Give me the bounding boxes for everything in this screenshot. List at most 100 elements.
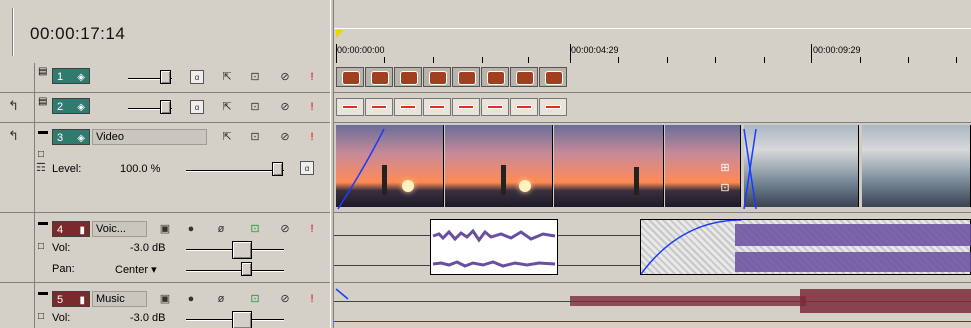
pan-label: Pan: — [52, 263, 75, 275]
mute-icon[interactable]: ⊘ — [278, 130, 292, 144]
track-expand-icon[interactable]: ▤ — [38, 66, 48, 77]
ruler-label-0: 00:00:00:00 — [337, 45, 385, 55]
track-minimize-icon[interactable]: ▬ — [38, 287, 48, 298]
clip-event[interactable] — [423, 67, 451, 87]
mute-icon[interactable]: ⊘ — [278, 292, 292, 306]
clip-event[interactable] — [394, 98, 422, 116]
clip-event[interactable] — [452, 98, 480, 116]
track-expand-icon[interactable]: □ — [38, 241, 48, 252]
composite-icon[interactable]: α — [190, 70, 204, 84]
level-slider-thumb[interactable] — [160, 100, 171, 114]
marker-bar[interactable] — [334, 0, 971, 28]
track-name-field[interactable]: Video — [92, 129, 207, 145]
track-expand-icon[interactable]: □ — [38, 311, 48, 322]
solo-icon[interactable]: ! — [305, 222, 319, 236]
track-expand-icon[interactable]: ▤ — [38, 96, 48, 107]
record-icon[interactable]: ● — [184, 292, 198, 306]
track-expand-icon[interactable]: □ — [38, 149, 48, 160]
panel-grip[interactable] — [12, 8, 14, 56]
fx-icon[interactable]: ⊡ — [248, 130, 262, 144]
automation-icon[interactable]: ø — [214, 292, 228, 306]
fx-icon[interactable]: ⊡ — [248, 222, 262, 236]
track-number-5[interactable]: 5 ▮ — [52, 291, 90, 307]
invert-phase-icon[interactable]: ▣ — [158, 292, 172, 306]
motion-icon[interactable]: ⇱ — [220, 100, 234, 114]
mute-icon[interactable]: ⊘ — [278, 222, 292, 236]
clip-event[interactable] — [510, 98, 538, 116]
ruler-tick — [570, 44, 571, 63]
clip-event[interactable] — [423, 98, 451, 116]
speaker-icon: ▮ — [79, 225, 85, 236]
track-header-1[interactable]: ▤ 1 ◈ α ⇱ ⊡ ⊘ ! — [0, 63, 330, 93]
parent-compositing-icon[interactable]: ↰ — [8, 128, 19, 144]
track-minimize-icon[interactable]: ▬ — [38, 217, 48, 228]
clip-event[interactable] — [452, 67, 480, 87]
clip-event[interactable] — [539, 67, 567, 87]
track-lane-4[interactable] — [334, 213, 971, 283]
track-number-4[interactable]: 4 ▮ — [52, 221, 90, 237]
ruler-tick — [811, 44, 812, 63]
track-header-3[interactable]: ↰ ▬ 3 ◈ Video ⇱ ⊡ ⊘ ! □ ☶ Level: 100.0 % … — [0, 123, 330, 213]
track-number-1[interactable]: 1 ◈ — [52, 68, 90, 84]
composite-icon[interactable]: α — [300, 161, 314, 175]
clip-event[interactable] — [365, 98, 393, 116]
motion-icon[interactable]: ⇱ — [220, 70, 234, 84]
solo-icon[interactable]: ! — [305, 292, 319, 306]
volume-slider-thumb[interactable] — [232, 311, 252, 328]
fx-icon[interactable]: ⊡ — [248, 100, 262, 114]
parent-compositing-icon[interactable]: ↰ — [8, 98, 19, 114]
pan-slider-thumb[interactable] — [241, 262, 252, 276]
level-slider-track[interactable] — [186, 170, 284, 172]
level-slider-thumb[interactable] — [272, 162, 283, 176]
solo-icon[interactable]: ! — [305, 70, 319, 84]
compositing-mode-icon[interactable]: ☶ — [36, 161, 46, 174]
waveform-segment — [800, 289, 971, 313]
track-lane-1[interactable] — [334, 63, 971, 93]
motion-icon[interactable]: ⇱ — [220, 130, 234, 144]
track-header-5[interactable]: ▬ 5 ▮ Music ▣ ● ø ⊡ ⊘ ! □ Vol: -3.0 dB — [0, 283, 330, 328]
fx-icon[interactable]: ⊡ — [248, 70, 262, 84]
track-name-field[interactable]: Music — [92, 291, 147, 307]
volume-slider-thumb[interactable] — [232, 241, 252, 259]
timeline-ruler[interactable]: 00:00:00:00 00:00:04:29 00:00:09:29 — [334, 0, 971, 63]
track-lane-3[interactable]: ⊞ ⊡ — [334, 123, 971, 213]
composite-icon[interactable]: α — [190, 100, 204, 114]
mute-icon[interactable]: ⊘ — [278, 70, 292, 84]
timecode-panel: 00:00:17:14 — [0, 0, 330, 60]
time-ruler-ticks[interactable] — [334, 28, 971, 63]
automation-icon[interactable]: ø — [214, 222, 228, 236]
track-minimize-icon[interactable]: ▬ — [38, 126, 48, 137]
timecode-display: 00:00:17:14 — [30, 24, 126, 43]
film-icon: ◈ — [77, 72, 85, 83]
pan-slider-track[interactable] — [186, 270, 284, 272]
solo-icon[interactable]: ! — [305, 130, 319, 144]
track-lane-2[interactable] — [334, 93, 971, 123]
track-name-field[interactable]: Voic... — [92, 221, 147, 237]
audio-event[interactable] — [430, 219, 558, 275]
pan-mode-dropdown[interactable]: Center ▾ — [115, 263, 157, 276]
track-lane-5[interactable] — [334, 283, 971, 328]
clip-event[interactable] — [481, 67, 509, 87]
solo-icon[interactable]: ! — [305, 100, 319, 114]
clip-event[interactable] — [336, 67, 364, 87]
track-number-label: 4 — [57, 224, 64, 236]
clip-event[interactable] — [336, 98, 364, 116]
track-header-4[interactable]: ▬ 4 ▮ Voic... ▣ ● ø ⊡ ⊘ ! □ Vol: -3.0 dB … — [0, 213, 330, 283]
fx-icon[interactable]: ⊡ — [248, 292, 262, 306]
volume-label: Vol: — [52, 312, 71, 324]
clip-event[interactable] — [481, 98, 509, 116]
fade-in-curve — [335, 288, 349, 300]
track-header-2[interactable]: ↰ ▤ 2 ◈ α ⇱ ⊡ ⊘ ! — [0, 93, 330, 123]
clip-event[interactable] — [365, 67, 393, 87]
level-slider-thumb[interactable] — [160, 70, 171, 84]
record-icon[interactable]: ● — [184, 222, 198, 236]
clip-event[interactable] — [510, 67, 538, 87]
playhead-cursor[interactable] — [336, 30, 344, 38]
track-number-2[interactable]: 2 ◈ — [52, 98, 90, 114]
audio-event[interactable] — [640, 219, 971, 275]
mute-icon[interactable]: ⊘ — [278, 100, 292, 114]
clip-event[interactable] — [394, 67, 422, 87]
track-number-3[interactable]: 3 ◈ — [52, 129, 90, 145]
clip-event[interactable] — [539, 98, 567, 116]
invert-phase-icon[interactable]: ▣ — [158, 222, 172, 236]
